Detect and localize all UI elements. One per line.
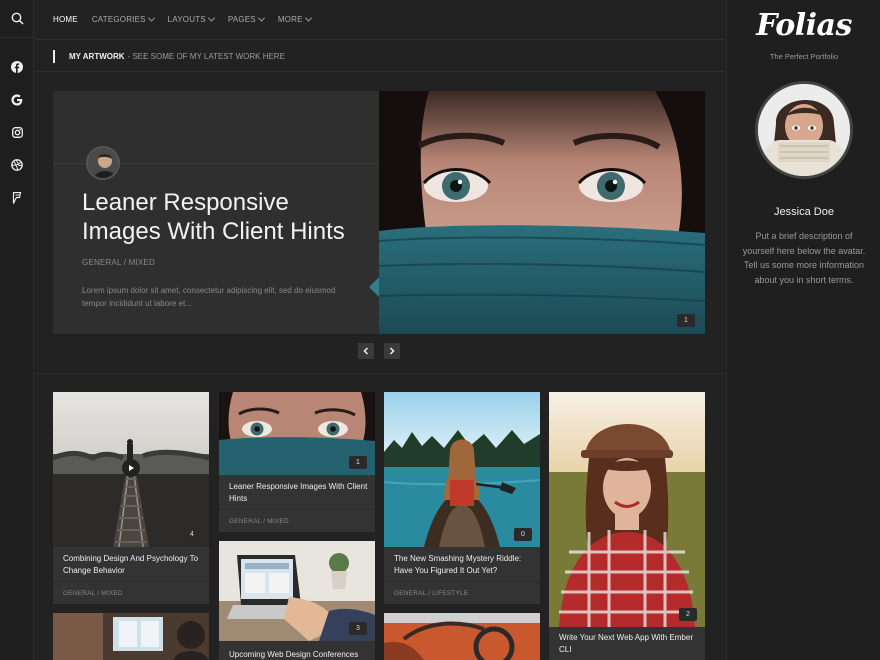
google-link[interactable]	[0, 90, 34, 110]
social-rail	[0, 0, 34, 660]
nav-pages[interactable]: PAGES	[227, 14, 265, 24]
featured-category[interactable]: GENERAL / MIXED	[82, 258, 155, 267]
nav-home[interactable]: HOME	[53, 15, 78, 24]
play-button[interactable]	[122, 459, 140, 477]
instagram-link[interactable]	[0, 122, 34, 142]
featured-image[interactable]: 1	[379, 91, 705, 334]
comment-count-badge: 3	[349, 622, 367, 635]
search-button[interactable]	[0, 0, 34, 38]
post-thumbnail[interactable]	[53, 613, 209, 660]
post-thumbnail[interactable]: 1	[219, 392, 375, 475]
post-card[interactable]: 4 Combining Design And Psychology To Cha…	[53, 392, 209, 604]
author-avatar[interactable]	[86, 146, 120, 180]
comment-count-badge: 1	[677, 314, 695, 327]
nav-layouts-label: LAYOUTS	[167, 15, 206, 24]
dribbble-link[interactable]	[0, 155, 34, 175]
post-title[interactable]: Write Your Next Web App With Ember CLI	[559, 632, 699, 656]
post-thumbnail[interactable]: 2	[549, 392, 705, 627]
nav-more-label: MORE	[277, 15, 303, 24]
section-heading: MY ARTWORK - SEE SOME OF MY LATEST WORK …	[35, 41, 725, 72]
post-card[interactable]	[53, 613, 209, 660]
main-nav: HOME CATEGORIES LAYOUTS PAGES MORE	[35, 0, 725, 40]
post-card[interactable]: 2 Write Your Next Web App With Ember CLI	[549, 392, 705, 660]
slider-prev-button[interactable]	[358, 343, 374, 359]
divider	[219, 509, 375, 510]
slider-next-button[interactable]	[384, 343, 400, 359]
google-icon	[11, 94, 23, 106]
foursquare-link[interactable]	[0, 188, 34, 208]
dribbble-icon	[11, 159, 23, 171]
profile-avatar	[755, 81, 853, 179]
post-thumbnail[interactable]: 0	[384, 392, 540, 547]
search-icon	[11, 12, 24, 25]
post-title[interactable]: The New Smashing Mystery Riddle: Have Yo…	[394, 553, 534, 577]
chevron-right-icon	[389, 347, 395, 355]
comment-count-badge: 1	[349, 456, 367, 469]
chevron-down-icon	[304, 14, 312, 22]
post-thumbnail[interactable]: 4	[53, 392, 209, 547]
post-title[interactable]: Upcoming Web Design Conferences	[229, 649, 369, 660]
comment-count-badge: 4	[183, 528, 201, 541]
foursquare-icon	[12, 192, 22, 204]
slide-pointer	[369, 277, 379, 297]
facebook-link[interactable]	[0, 57, 34, 77]
nav-pages-label: PAGES	[227, 15, 256, 24]
profile-sidebar: Folias The Perfect Portfolio Jessica Doe…	[726, 0, 880, 660]
nav-more[interactable]: MORE	[277, 14, 312, 24]
post-category[interactable]: GENERAL / MIXED	[229, 518, 289, 525]
nav-categories-label: CATEGORIES	[91, 15, 146, 24]
site-logo[interactable]: Folias	[727, 8, 880, 43]
post-category[interactable]: GENERAL / LIFESTYLE	[394, 590, 468, 597]
featured-excerpt: Lorem ipsum dolor sit amet, consectetur …	[82, 286, 336, 308]
play-icon	[129, 465, 134, 471]
nav-home-label: HOME	[53, 15, 78, 24]
post-thumbnail[interactable]	[384, 613, 540, 660]
nav-categories[interactable]: CATEGORIES	[91, 14, 155, 24]
section-subtitle: - SEE SOME OF MY LATEST WORK HERE	[127, 51, 285, 61]
nav-layouts[interactable]: LAYOUTS	[167, 14, 215, 24]
section-divider	[35, 373, 725, 374]
profile-name: Jessica Doe	[774, 206, 834, 218]
profile-bio: Put a brief description of yourself here…	[742, 231, 866, 286]
post-card[interactable]: 0 The New Smashing Mystery Riddle: Have …	[384, 392, 540, 604]
chevron-down-icon	[207, 14, 215, 22]
divider	[384, 581, 540, 582]
post-category[interactable]: GENERAL / MIXED	[63, 590, 123, 597]
post-card[interactable]	[384, 613, 540, 660]
site-tagline: The Perfect Portfolio	[769, 52, 839, 61]
chevron-down-icon	[147, 14, 155, 22]
chevron-left-icon	[363, 347, 369, 355]
instagram-icon	[11, 126, 23, 138]
post-title[interactable]: Combining Design And Psychology To Chang…	[63, 553, 203, 577]
post-card[interactable]: 1 Leaner Responsive Images With Client H…	[219, 392, 375, 532]
featured-text-panel: Leaner Responsive Images With Client Hin…	[53, 91, 379, 334]
comment-count-badge: 0	[514, 528, 532, 541]
post-card[interactable]: 3 Upcoming Web Design Conferences	[219, 541, 375, 660]
section-title: MY ARTWORK	[69, 51, 125, 61]
comment-count-badge: 2	[679, 608, 697, 621]
post-thumbnail[interactable]: 3	[219, 541, 375, 641]
heading-accent-bar	[53, 49, 55, 63]
chevron-down-icon	[257, 14, 265, 22]
featured-slide[interactable]: Leaner Responsive Images With Client Hin…	[53, 91, 705, 334]
divider	[53, 581, 209, 582]
post-title[interactable]: Leaner Responsive Images With Client Hin…	[229, 481, 369, 505]
featured-title[interactable]: Leaner Responsive Images With Client Hin…	[82, 188, 372, 246]
facebook-icon	[11, 61, 23, 73]
